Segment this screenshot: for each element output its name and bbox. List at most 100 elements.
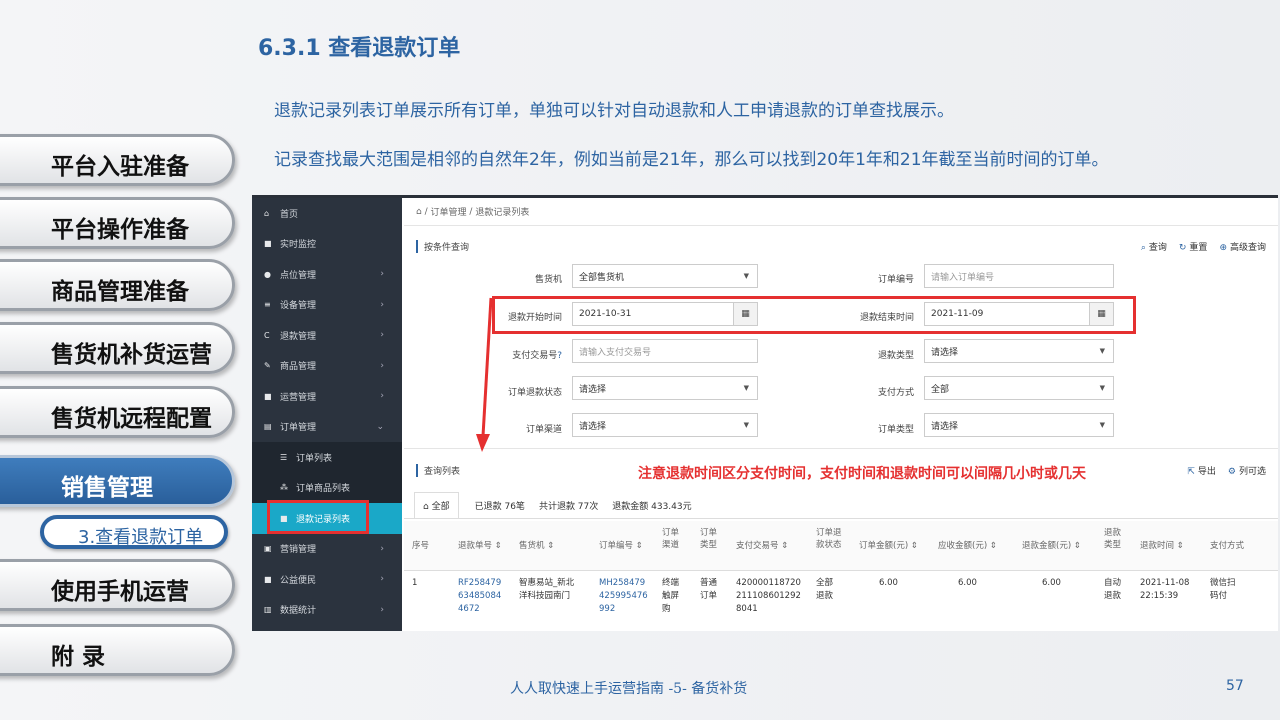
table-cell: 普通 订单 <box>700 578 718 601</box>
refresh-icon: ↻ <box>1178 243 1187 253</box>
nav-item-product-mgmt[interactable]: 商品管理准备 <box>0 259 235 311</box>
column-header[interactable]: 订单金额(元) ⇕ <box>859 540 918 552</box>
table-cell: 1 <box>412 578 418 588</box>
sidebar-item[interactable]: ● 点位管理 › <box>252 259 402 290</box>
pay-method-select[interactable]: 全部 ▼ <box>924 376 1114 400</box>
order-icon: ▤ <box>264 422 272 432</box>
breadcrumb-orders[interactable]: 订单管理 <box>431 205 467 218</box>
nav-item-platform-ops[interactable]: 平台操作准备 <box>0 197 235 249</box>
nav-subitem-refund-orders[interactable]: 3.查看退款订单 <box>40 515 228 549</box>
table-cell: 6.00 <box>1042 578 1061 588</box>
nav-item-mobile-ops[interactable]: 使用手机运营 <box>0 559 235 611</box>
sidebar-item-label: 订单管理 <box>280 423 317 434</box>
sidebar-item[interactable]: ■ 公益便民 › <box>252 564 402 595</box>
chart-icon: ▥ <box>264 605 272 615</box>
column-header[interactable]: 应收金额(元) ⇕ <box>938 540 997 552</box>
caret-down-icon: ▼ <box>743 272 749 280</box>
caret-down-icon: ▼ <box>743 421 749 429</box>
nav-item-platform-join[interactable]: 平台入驻准备 <box>0 134 235 186</box>
red-arrow-icon <box>476 297 493 452</box>
table-row[interactable]: 1 RF258479 63485084 4672 智惠易站_新北 洋科技园南门 MH2… <box>404 571 1278 621</box>
sidebar-item[interactable]: ▤ 订单管理 ⌄ <box>252 412 402 443</box>
bookmark-icon: ■ <box>264 391 272 401</box>
order-no-label: 订单编号 <box>877 275 914 285</box>
table-cell: 微信扫 码付 <box>1210 578 1236 601</box>
table-cell[interactable]: MH258479 425995476 992 <box>599 577 648 616</box>
vending-select[interactable]: 全部售货机 ▼ <box>572 264 758 288</box>
sidebar-item[interactable]: ■ 运营管理 › <box>252 381 402 412</box>
sidebar-item[interactable]: C 退款管理 › <box>252 320 402 351</box>
sidebar-item[interactable]: ⁂ 订单商品列表 <box>252 472 402 503</box>
sidebar-item[interactable]: ✎ 商品管理 › <box>252 351 402 382</box>
sidebar-item-label: 公益便民 <box>280 575 317 586</box>
table-cell: 全部 退款 <box>816 578 834 601</box>
breadcrumb: ⌂ / 订单管理 / 退款记录列表 <box>404 198 1278 226</box>
sidebar-item[interactable]: ≡ 设备管理 › <box>252 290 402 321</box>
chevron-icon: › <box>380 299 384 310</box>
chevron-icon: › <box>380 543 384 554</box>
order-no-input[interactable]: 请输入订单编号 <box>924 264 1114 288</box>
sidebar-item-label: 营销管理 <box>280 545 317 556</box>
caret-down-icon: ▼ <box>743 384 749 392</box>
channel-select[interactable]: 请选择 ▼ <box>572 413 758 437</box>
sidebar-item-label: 点位管理 <box>280 270 317 281</box>
txn-input[interactable]: 请输入支付交易号 <box>572 339 758 363</box>
reset-button[interactable]: ↻ 重置 <box>1179 240 1208 253</box>
nav-item-sales-mgmt[interactable]: 销售管理 <box>0 455 235 507</box>
chevron-icon: › <box>380 391 384 402</box>
column-header[interactable]: 订单退 款状态 <box>816 527 842 551</box>
column-header[interactable]: 订单 类型 <box>700 527 717 551</box>
sidebar-item-label: 数据统计 <box>280 606 317 617</box>
column-header[interactable]: 退款单号 ⇕ <box>458 540 502 552</box>
sidebar-item-label: 运营管理 <box>280 392 317 403</box>
location-icon: ● <box>264 269 271 279</box>
sidebar-item-label: 设备管理 <box>280 301 317 312</box>
table-cell[interactable]: RF258479 63485084 4672 <box>458 577 501 616</box>
home-icon: ⌂ <box>264 208 270 218</box>
home-icon[interactable]: ⌂ <box>416 207 422 217</box>
query-button[interactable]: ⌕ 查询 <box>1141 240 1167 253</box>
table-cell: 智惠易站_新北 洋科技园南门 <box>519 578 575 601</box>
sidebar-item[interactable]: ▥ 数据统计 › <box>252 595 402 626</box>
column-header[interactable]: 退款金额(元) ⇕ <box>1022 540 1081 552</box>
chevron-icon: › <box>380 269 384 280</box>
list-section-title: 查询列表 <box>416 464 460 477</box>
search-plus-icon: ⊕ <box>1219 243 1227 253</box>
sidebar-item[interactable]: ☰ 订单列表 <box>252 442 402 473</box>
column-header[interactable]: 订单编号 ⇕ <box>599 540 643 552</box>
app-screenshot: ⌂ 首页 ■ 实时监控 ● 点位管理 › ≡ 设备管理 › C 退款管理 › ✎ 商品管理 › ■ 运营管理 › ▤ 订… <box>252 195 1278 631</box>
advanced-query-button[interactable]: ⊕ 高级查询 <box>1219 240 1266 253</box>
nav-item-remote-config[interactable]: 售货机远程配置 <box>0 386 235 438</box>
chapter-nav: 平台入驻准备 平台操作准备 商品管理准备 售货机补货运营 售货机远程配置 销售管… <box>0 0 250 720</box>
column-header[interactable]: 订单 渠道 <box>662 527 679 551</box>
column-header[interactable]: 退款时间 ⇕ <box>1140 540 1184 552</box>
refund-type-label: 退款类型 <box>877 351 914 361</box>
refund-total-count: 共计退款 77次 <box>538 501 599 512</box>
export-icon: ⇱ <box>1187 467 1195 477</box>
column-header[interactable]: 退款 类型 <box>1104 527 1121 551</box>
column-header[interactable]: 支付方式 <box>1210 540 1244 552</box>
caret-down-icon: ▼ <box>1099 347 1105 355</box>
refund-type-select[interactable]: 请选择 ▼ <box>924 339 1114 363</box>
sidebar-item[interactable]: ■ 实时监控 <box>252 229 402 260</box>
sidebar-item-label: 订单列表 <box>296 453 333 464</box>
order-type-select[interactable]: 请选择 ▼ <box>924 413 1114 437</box>
help-icon[interactable]: ? <box>557 351 562 361</box>
description-line-1: 退款记录列表订单展示所有订单，单独可以针对自动退款和人工申请退款的订单查找展示。 <box>274 101 954 121</box>
tab-all[interactable]: ⌂ 全部 <box>414 492 459 518</box>
sidebar-item[interactable]: ⌂ 首页 <box>252 198 402 229</box>
sitemap-icon: ⁂ <box>280 483 288 493</box>
search-toolbar: ⌕ 查询 ↻ 重置 ⊕ 高级查询 <box>1141 240 1266 253</box>
home-icon: ⌂ <box>423 502 429 512</box>
gift-icon: ▣ <box>264 544 272 554</box>
column-header[interactable]: 支付交易号 ⇕ <box>736 540 788 552</box>
app-content: ⌂ / 订单管理 / 退款记录列表 按条件查询 ⌕ 查询 ↻ 重置 ⊕ 高级查询 售货… <box>404 198 1278 631</box>
export-button[interactable]: ⇱ 导出 <box>1187 464 1216 477</box>
column-header[interactable]: 序号 <box>412 540 429 552</box>
refund-status-select[interactable]: 请选择 ▼ <box>572 376 758 400</box>
sidebar-item[interactable]: ▣ 营销管理 › <box>252 534 402 565</box>
nav-item-appendix[interactable]: 附 录 <box>0 624 235 676</box>
column-header[interactable]: 售货机 ⇕ <box>519 540 554 552</box>
columns-button[interactable]: ⚙ 列可选 <box>1228 464 1266 477</box>
nav-item-restock[interactable]: 售货机补货运营 <box>0 322 235 374</box>
